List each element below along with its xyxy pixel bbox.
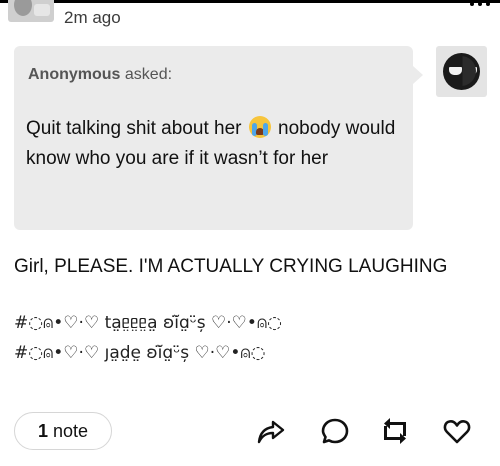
like-icon — [443, 420, 471, 444]
question-text-start: Quit talking shit about her — [26, 118, 242, 139]
reblog-button[interactable] — [378, 414, 412, 448]
like-button[interactable] — [440, 414, 474, 448]
anonymous-avatar — [436, 46, 487, 97]
notes-button[interactable]: 1 note — [14, 412, 112, 450]
reblog-icon — [384, 418, 406, 444]
share-icon — [257, 420, 285, 444]
post-tag[interactable]: #◌⍝•♡·♡ ȷa̤d̤e̤ ʚĭ̈ɑ̤ᵕ̈ș ♡·♡•⍝◌ — [14, 343, 265, 363]
ask-bubble: Anonymous asked: Quit talking shit about… — [14, 46, 423, 230]
note-count: 1 — [37, 420, 48, 441]
post-timestamp: 2m ago — [64, 8, 121, 27]
reply-button[interactable] — [318, 414, 352, 448]
asked-label: asked: — [124, 66, 173, 83]
top-divider — [0, 0, 500, 3]
ask-question: Quit talking shit about her nobody would… — [26, 114, 398, 174]
share-button[interactable] — [254, 414, 288, 448]
note-label: note — [52, 420, 89, 441]
asker-name[interactable]: Anonymous — [28, 66, 120, 83]
post-tag[interactable]: #◌⍝•♡·♡ ta̤ᥱ̤ᥱ̤ᥱ̤a̤ ʚĭ̈ɑ̤ᵕ̈ș ♡·♡•⍝◌ — [14, 313, 282, 333]
sunglasses-icon — [443, 53, 480, 90]
more-options-icon[interactable] — [470, 0, 490, 8]
poster-avatar[interactable] — [8, 0, 54, 22]
asker-line: Anonymous asked: — [28, 66, 172, 84]
reply-icon — [321, 418, 349, 444]
answer-text: Girl, PLEASE. I'M ACTUALLY CRYING LAUGHI… — [14, 256, 448, 277]
crying-face-icon — [248, 116, 271, 138]
